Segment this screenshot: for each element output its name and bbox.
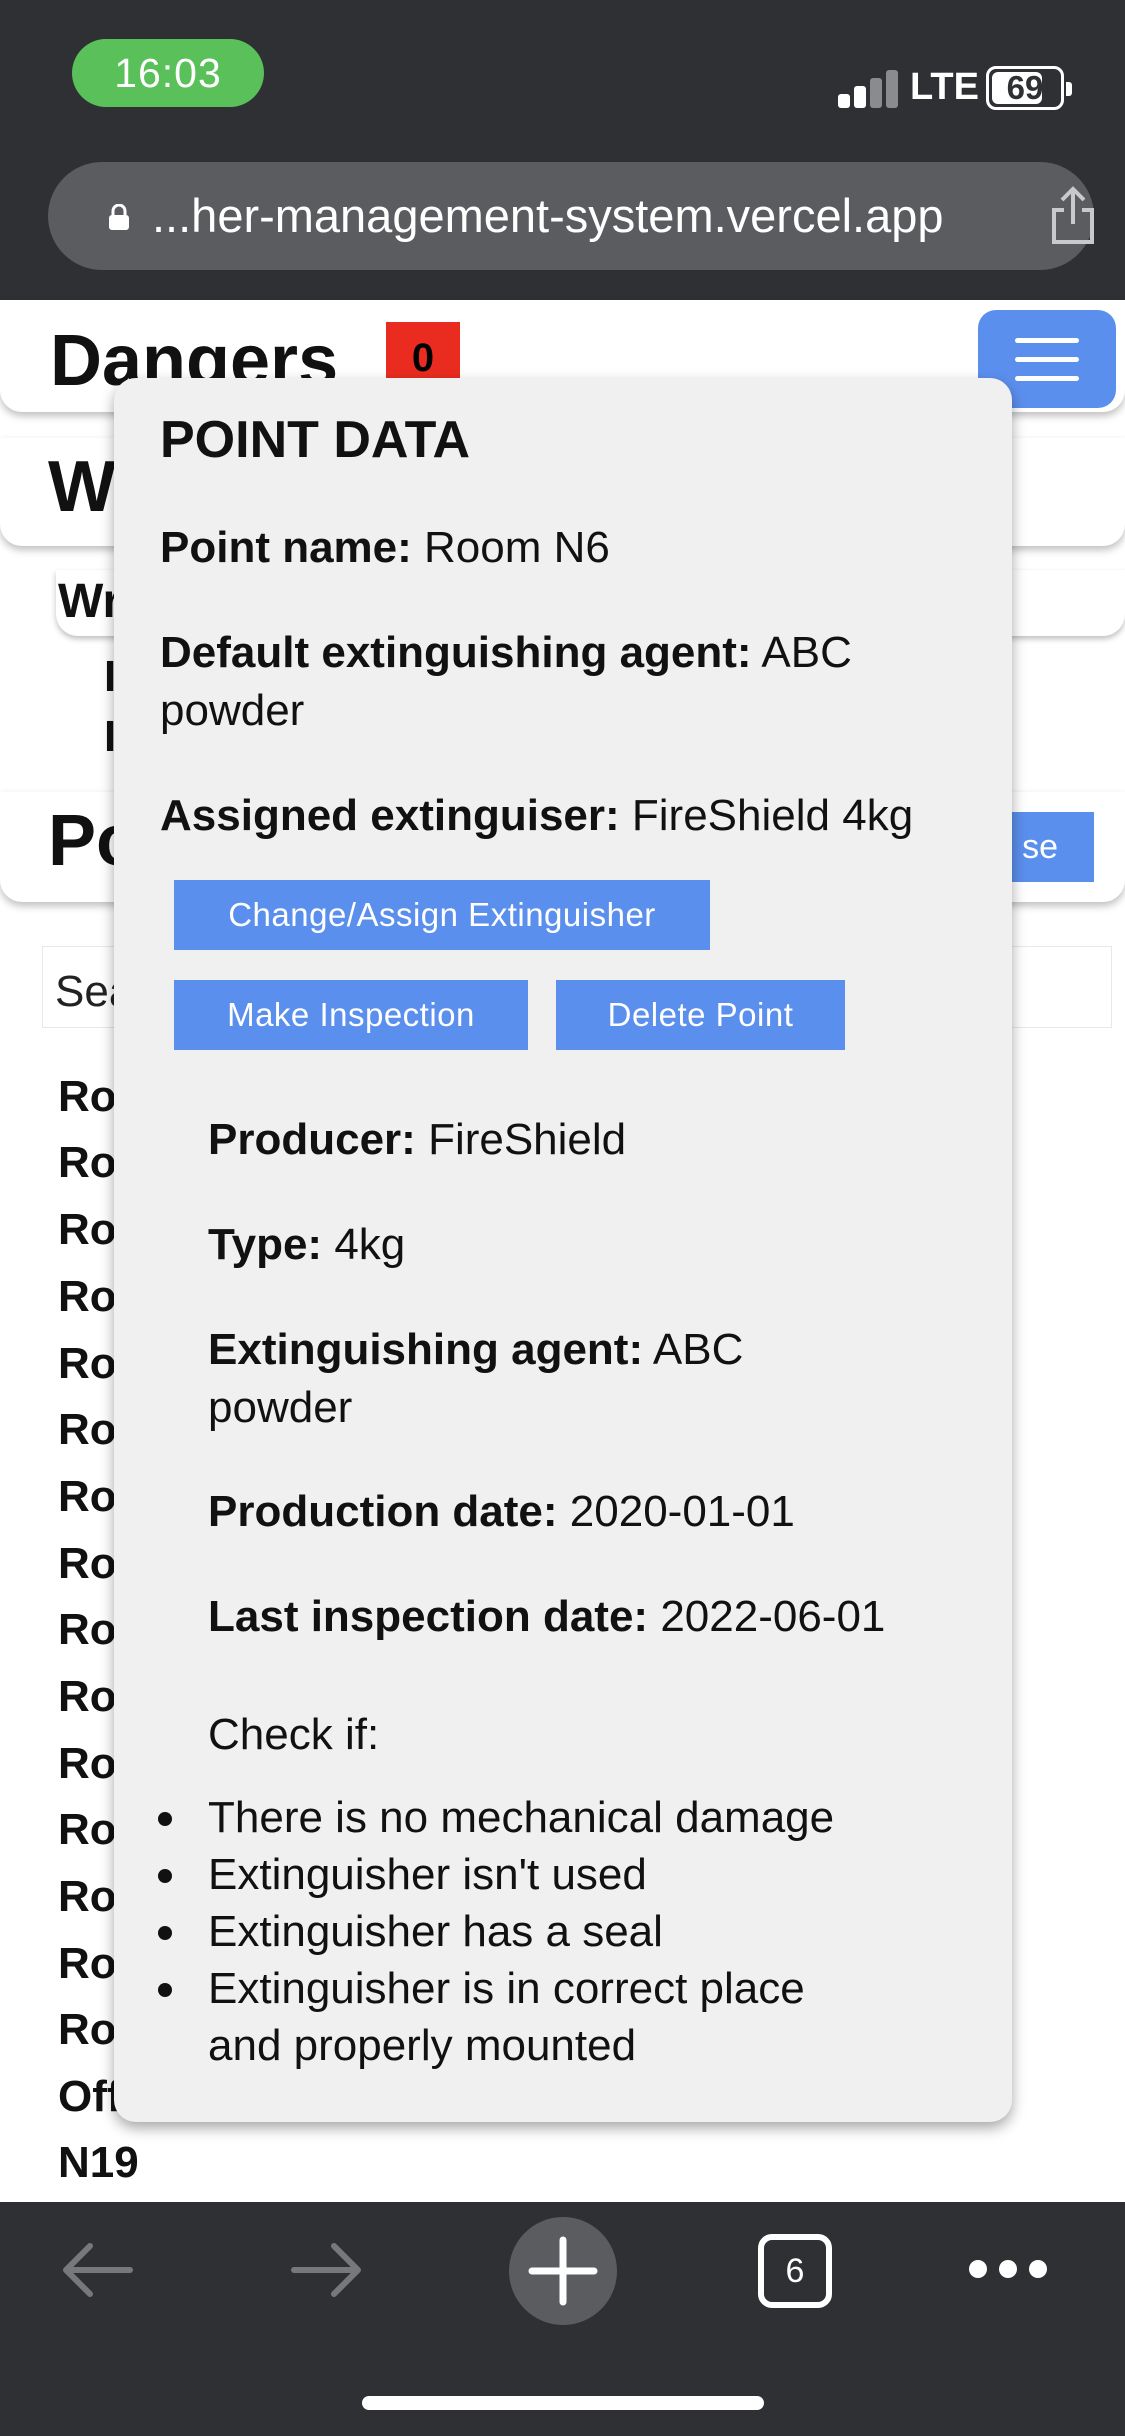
more-icon[interactable] — [966, 2254, 1050, 2284]
arrow-right-icon[interactable] — [290, 2240, 366, 2300]
list-item[interactable]: Ro — [58, 1739, 117, 1789]
type-row: Type: 4kg — [208, 1220, 406, 1269]
list-item[interactable]: Ro — [58, 1072, 117, 1122]
browser-top-bar: 16:03 LTE 69 ...her-management-system.ve… — [0, 0, 1125, 300]
check-if-label: Check if: — [208, 1710, 380, 1759]
assigned-row: Assigned extinguiser: FireShield 4kg — [160, 791, 914, 840]
list-item[interactable]: Ro — [58, 1672, 117, 1722]
list-item[interactable]: Ro — [58, 1605, 117, 1655]
list-item[interactable]: Ro — [58, 1205, 117, 1255]
checklist-item-cont: and properly mounted — [208, 2021, 637, 2070]
list-item[interactable]: Ro — [58, 1939, 117, 1989]
agent-cont: powder — [208, 1383, 353, 1432]
checklist-item: Extinguisher has a seal — [208, 1907, 663, 1956]
list-item[interactable]: Ro — [58, 1539, 117, 1589]
list-item[interactable]: Ro — [58, 1472, 117, 1522]
list-item[interactable]: Ro — [58, 2005, 117, 2055]
point-name-value: Room N6 — [424, 523, 610, 572]
delete-point-button[interactable]: Delete Point — [556, 980, 845, 1050]
tabs-button[interactable]: 6 — [758, 2234, 832, 2308]
default-agent-row: Default extinguishing agent: ABC — [160, 628, 852, 677]
list-item[interactable]: Ro — [58, 1339, 117, 1389]
make-inspection-button[interactable]: Make Inspection — [174, 980, 528, 1050]
hamburger-icon — [1015, 337, 1079, 343]
share-icon[interactable] — [1048, 186, 1098, 246]
section-title-w: W — [48, 447, 116, 527]
type-value: 4kg — [334, 1220, 406, 1269]
checklist-item: There is no mechanical damage — [208, 1793, 835, 1842]
last-inspection-row: Last inspection date: 2022-06-01 — [208, 1592, 886, 1641]
plus-icon[interactable] — [508, 2216, 618, 2326]
list-item[interactable]: N19 — [58, 2138, 139, 2188]
assigned-value: FireShield 4kg — [631, 791, 914, 840]
list-item[interactable]: Ro — [58, 1872, 117, 1922]
bullet-icon — [158, 1926, 172, 1940]
signal-icon — [838, 70, 900, 108]
home-indicator — [362, 2396, 764, 2410]
production-date-value: 2020-01-01 — [569, 1487, 795, 1536]
url-text[interactable]: ...her-management-system.vercel.app — [152, 188, 944, 243]
bullet-icon — [158, 1869, 172, 1883]
producer-value: FireShield — [428, 1115, 627, 1164]
checklist-item: Extinguisher is in correct place — [208, 1964, 805, 2013]
battery-icon: 69 — [986, 66, 1072, 110]
section-title-wr: Wr — [58, 575, 122, 628]
network-type: LTE — [910, 66, 979, 108]
default-agent-cont: powder — [160, 686, 305, 735]
bullet-icon — [158, 1983, 172, 1997]
status-time: 16:03 — [72, 39, 264, 107]
default-agent-value: ABC — [761, 628, 852, 677]
agent-value: ABC — [652, 1325, 744, 1374]
battery-level: 69 — [1006, 69, 1044, 106]
arrow-left-icon[interactable] — [58, 2240, 134, 2300]
modal-title: POINT DATA — [160, 411, 471, 469]
producer-row: Producer: FireShield — [208, 1115, 627, 1164]
lock-icon — [109, 204, 129, 230]
list-item[interactable]: Ro — [58, 1272, 117, 1322]
list-item[interactable]: Ro — [58, 1805, 117, 1855]
list-item[interactable]: Ro — [58, 1138, 117, 1188]
checklist-item: Extinguisher isn't used — [208, 1850, 647, 1899]
point-name-row: Point name: Room N6 — [160, 523, 610, 572]
agent-row: Extinguishing agent: ABC — [208, 1325, 744, 1374]
last-inspection-value: 2022-06-01 — [660, 1592, 886, 1641]
bullet-icon — [158, 1812, 172, 1826]
list-item[interactable]: Ro — [58, 1405, 117, 1455]
url-bar[interactable]: ...her-management-system.vercel.app — [48, 162, 1094, 270]
list-item[interactable]: Off — [58, 2072, 122, 2122]
production-date-row: Production date: 2020-01-01 — [208, 1487, 795, 1536]
change-assign-button[interactable]: Change/Assign Extinguisher — [174, 880, 710, 950]
